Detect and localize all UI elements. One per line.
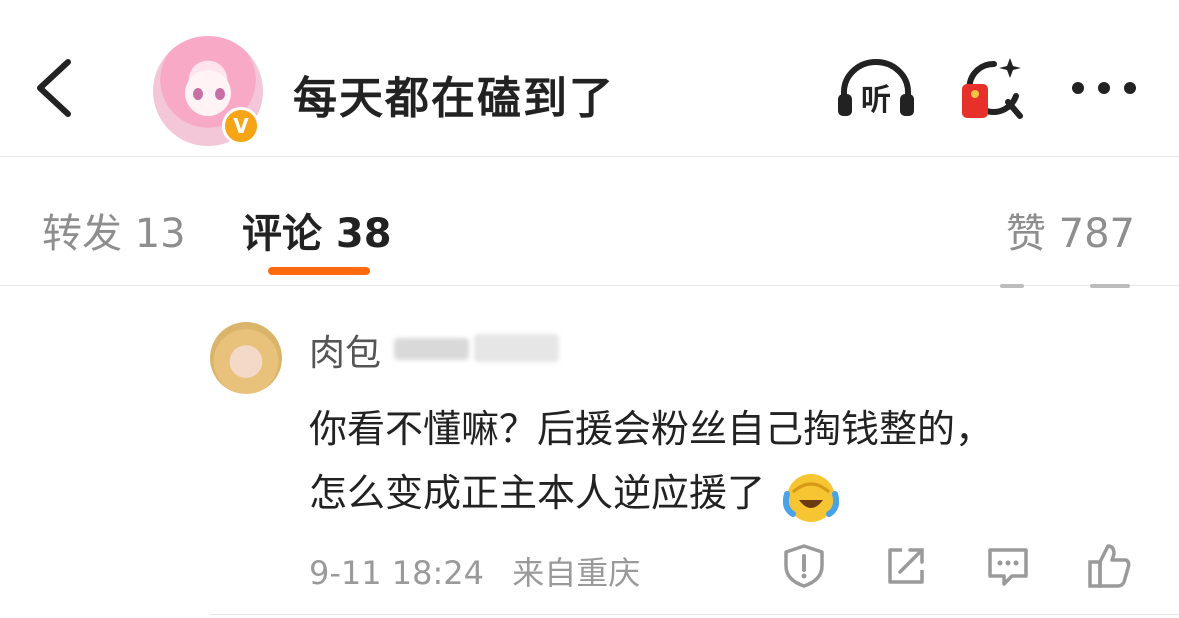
- name-redaction: [474, 334, 559, 362]
- laughing-crying-emoji-icon: [783, 473, 840, 522]
- like-icon[interactable]: [1086, 542, 1134, 590]
- tab-like[interactable]: 赞 787: [1006, 201, 1135, 259]
- back-arrow-icon[interactable]: [30, 56, 80, 120]
- comment-location: 来自重庆: [512, 554, 641, 592]
- tab-bar: 转发 13 评论 38 赞 787: [0, 157, 1179, 286]
- verified-badge: V: [222, 107, 260, 145]
- tab-comment[interactable]: 评论 38: [242, 201, 392, 259]
- active-tab-indicator: [268, 267, 370, 275]
- reply-icon[interactable]: [984, 542, 1032, 590]
- commenter-avatar[interactable]: [210, 322, 282, 394]
- report-icon[interactable]: [780, 542, 828, 590]
- comment-meta: 9-11 18:24 来自重庆: [309, 548, 640, 594]
- more-icon[interactable]: [1068, 56, 1140, 120]
- page-title: 每天都在磕到了: [293, 73, 615, 124]
- comment-text-line1: 你看不懂嘛？后援会粉丝自己掏钱整的，: [309, 407, 994, 451]
- comment-text-line2-text: 怎么变成正主本人逆应援了: [309, 471, 766, 515]
- listen-label: 听: [861, 83, 891, 118]
- tab-repost[interactable]: 转发 13: [42, 201, 186, 259]
- name-redaction: [394, 338, 469, 360]
- top-bar: V 每天都在磕到了 听: [0, 0, 1179, 157]
- headphones-icon[interactable]: 听: [836, 56, 916, 120]
- commenter-name-area[interactable]: 肉包: [309, 324, 559, 374]
- share-icon[interactable]: [882, 542, 930, 590]
- comment-item: 肉包 你看不懂嘛？后援会粉丝自己掏钱整的， 怎么变成正主本人逆应援了 9-11 …: [0, 286, 1179, 618]
- comment-text-line2: 怎么变成正主本人逆应援了: [309, 462, 840, 524]
- commenter-name[interactable]: 肉包: [309, 333, 381, 374]
- red-packet-search-icon[interactable]: [958, 56, 1028, 120]
- comment-time: 9-11 18:24: [309, 554, 485, 592]
- divider: [210, 614, 1179, 615]
